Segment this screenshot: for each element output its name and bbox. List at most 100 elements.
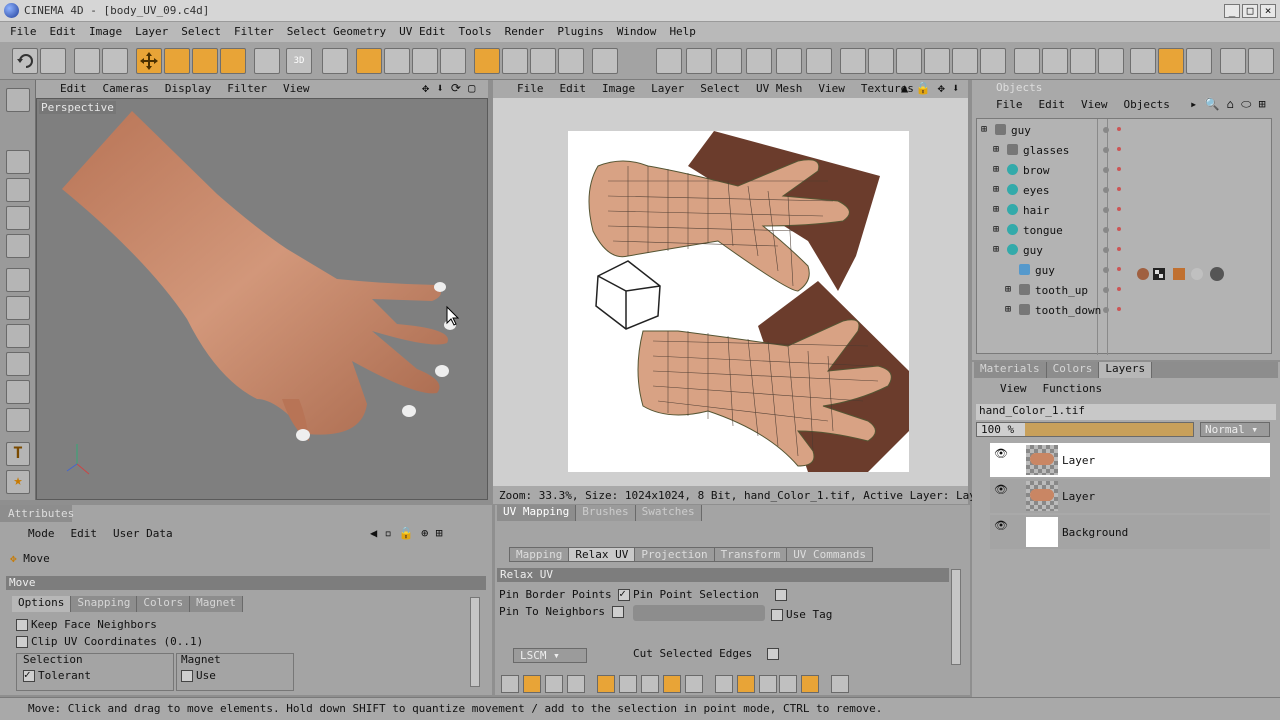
close-button[interactable]: ×: [1260, 4, 1276, 18]
pin-border-points-checkbox[interactable]: Pin Border Points: [499, 587, 633, 601]
lasso-select-icon[interactable]: [6, 206, 30, 230]
object-manager-nav-icons[interactable]: ▸ 🔍 ⌂ ⬭ ⊞: [1190, 97, 1266, 112]
use-polygons-icon[interactable]: [558, 48, 584, 74]
render-dot-icon[interactable]: [1117, 287, 1121, 291]
uv-bottom-tool-1-icon[interactable]: [501, 675, 519, 693]
relax-method-dropdown[interactable]: LSCM ▾: [513, 648, 587, 663]
uv-tab-uv-mapping[interactable]: UV Mapping: [497, 505, 577, 521]
uv-subtab-mapping[interactable]: Mapping: [509, 547, 570, 562]
uv-menu-image[interactable]: Image: [602, 82, 635, 95]
tree-item-guy[interactable]: ⊞ guy: [977, 241, 1273, 261]
clone-icon[interactable]: [6, 296, 30, 320]
uv-tool-7-icon[interactable]: [840, 48, 866, 74]
layer-menu-functions[interactable]: Functions: [1043, 382, 1103, 395]
redo-icon[interactable]: [40, 48, 66, 74]
uv-bottom-tool-7-icon[interactable]: [641, 675, 659, 693]
uv-menu-select[interactable]: Select: [700, 82, 740, 95]
uv-texture-view[interactable]: [493, 98, 968, 486]
viewport-menu-view[interactable]: View: [283, 82, 310, 95]
expand-icon[interactable]: ⊞: [981, 124, 987, 135]
object-menu-objects[interactable]: Objects: [1124, 98, 1170, 111]
visibility-dot-icon[interactable]: [1103, 287, 1109, 293]
uv-bottom-tool-12-icon[interactable]: [759, 675, 777, 693]
eye-icon[interactable]: 👁: [994, 447, 1008, 460]
tab-layers[interactable]: Layers: [1099, 362, 1153, 378]
uv-subtab-projection[interactable]: Projection: [634, 547, 715, 562]
layout-switch-icon[interactable]: [1248, 48, 1274, 74]
tree-item-tooth_up[interactable]: ⊞ tooth_up: [977, 281, 1273, 301]
menu-edit[interactable]: Edit: [50, 25, 77, 38]
uv-subtab-relax-uv[interactable]: Relax UV: [568, 547, 636, 562]
tree-item-label[interactable]: eyes: [1023, 184, 1050, 197]
maximize-button[interactable]: □: [1242, 4, 1258, 18]
layer-menu-view[interactable]: View: [1000, 382, 1027, 395]
blend-mode-dropdown[interactable]: Normal ▾: [1200, 422, 1270, 437]
rectangle-selection-icon[interactable]: [102, 48, 128, 74]
attr-tab-magnet[interactable]: Magnet: [190, 596, 243, 612]
tree-item-label[interactable]: hair: [1023, 204, 1050, 217]
tree-item-glasses[interactable]: ⊞ glasses: [977, 141, 1273, 161]
use-object-icon[interactable]: [502, 48, 528, 74]
attributes-scrollbar[interactable]: [470, 597, 480, 687]
tree-item-guy[interactable]: guy: [977, 261, 1273, 281]
uv-tool-4-icon[interactable]: [746, 48, 772, 74]
expand-icon[interactable]: ⊞: [993, 224, 999, 235]
uv-bottom-tool-11-icon[interactable]: [737, 675, 755, 693]
uv-subtab-uv-commands[interactable]: UV Commands: [786, 547, 874, 562]
checker-view-icon[interactable]: [1186, 48, 1212, 74]
attr-menu-edit[interactable]: Edit: [71, 527, 98, 540]
layout-1-icon[interactable]: [1014, 48, 1040, 74]
uv-tool-11-icon[interactable]: [952, 48, 978, 74]
uv-tab-swatches[interactable]: Swatches: [635, 505, 702, 521]
pin-to-neighbors-checkbox[interactable]: Pin To Neighbors: [499, 605, 627, 618]
object-menu-edit[interactable]: Edit: [1039, 98, 1066, 111]
menu-render[interactable]: Render: [505, 25, 545, 38]
expand-icon[interactable]: ⊞: [993, 204, 999, 215]
menu-plugins[interactable]: Plugins: [557, 25, 603, 38]
layer-name[interactable]: Layer: [1062, 490, 1095, 503]
tree-item-label[interactable]: guy: [1023, 244, 1043, 257]
render-dot-icon[interactable]: [1117, 267, 1121, 271]
menu-file[interactable]: File: [10, 25, 37, 38]
expand-icon[interactable]: ⊞: [993, 164, 999, 175]
expand-icon[interactable]: ⊞: [993, 184, 999, 195]
paint-brush-icon[interactable]: [254, 48, 280, 74]
layer-name[interactable]: Layer: [1062, 454, 1095, 467]
visibility-dot-icon[interactable]: [1103, 147, 1109, 153]
layout-2-icon[interactable]: [1042, 48, 1068, 74]
render-dot-icon[interactable]: [1117, 167, 1121, 171]
uv-tool-1-icon[interactable]: [656, 48, 682, 74]
box-select-icon[interactable]: [6, 178, 30, 202]
tree-item-label[interactable]: tooth_up: [1035, 284, 1088, 297]
layer-row-1[interactable]: 👁 Layer: [990, 443, 1270, 477]
tree-item-label[interactable]: brow: [1023, 164, 1050, 177]
move-icon[interactable]: [6, 150, 30, 174]
use-tag-checkbox[interactable]: Use Tag: [771, 608, 832, 621]
scale-tool-icon[interactable]: [164, 48, 190, 74]
visibility-dot-icon[interactable]: [1103, 187, 1109, 193]
brush-icon[interactable]: [6, 268, 30, 292]
expand-icon[interactable]: ⊞: [1005, 304, 1011, 315]
uv-subtab-transform[interactable]: Transform: [713, 547, 788, 562]
attr-tab-options[interactable]: Options: [12, 596, 72, 612]
viewport-menu-display[interactable]: Display: [165, 82, 211, 95]
cut-selected-edges-checkbox[interactable]: Cut Selected Edges: [633, 647, 782, 660]
expand-icon[interactable]: ⊞: [993, 244, 999, 255]
render-icon[interactable]: [592, 48, 618, 74]
menu-tools[interactable]: Tools: [458, 25, 491, 38]
tree-item-label[interactable]: guy: [1035, 264, 1055, 277]
tree-item-guy[interactable]: ⊞ guy: [977, 121, 1273, 141]
tab-colors[interactable]: Colors: [1047, 362, 1100, 378]
expand-icon[interactable]: ⊞: [993, 144, 999, 155]
uv-polygons-icon[interactable]: [440, 48, 466, 74]
render-dot-icon[interactable]: [1117, 307, 1121, 311]
viewport-layout-icon[interactable]: [6, 88, 30, 112]
uv-tool-10-icon[interactable]: [924, 48, 950, 74]
undo-icon[interactable]: [12, 48, 38, 74]
dropper-icon[interactable]: [6, 380, 30, 404]
tab-materials[interactable]: Materials: [974, 362, 1047, 378]
layout-3-icon[interactable]: [1070, 48, 1096, 74]
uv-bottom-tool-13-icon[interactable]: [779, 675, 797, 693]
menu-select[interactable]: Select: [181, 25, 221, 38]
perspective-viewport[interactable]: Perspective: [36, 98, 488, 500]
